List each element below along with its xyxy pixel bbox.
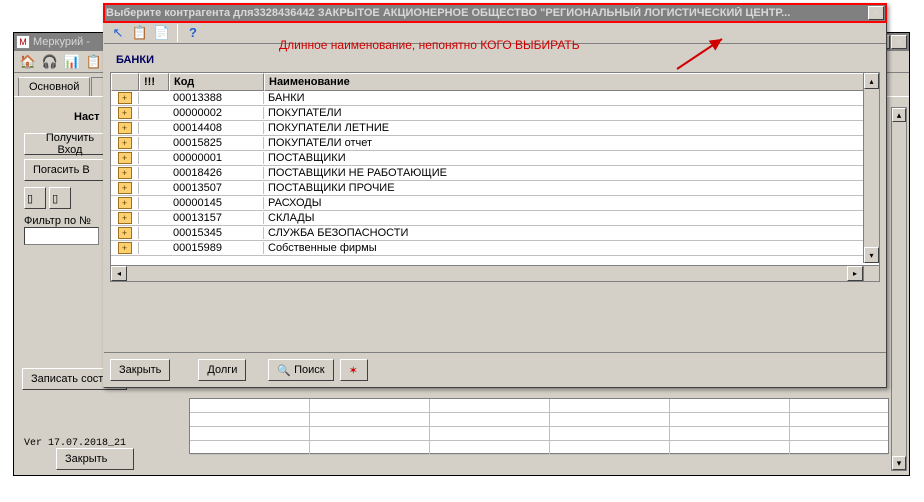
cell-code: 00000145 <box>169 197 264 209</box>
list-icon[interactable]: 📋 <box>130 23 150 43</box>
folder-plus-icon[interactable]: + <box>118 242 132 254</box>
select-contractor-dialog: Выберите контрагента для3328436442 ЗАКРЫ… <box>103 3 887 388</box>
cell-code: 00015345 <box>169 227 264 239</box>
cell-name: ПОКУПАТЕЛИ ЛЕТНИЕ <box>264 122 879 134</box>
cursor-icon[interactable]: ↖ <box>108 23 128 43</box>
table-row[interactable]: +00013388БАНКИ <box>111 91 879 106</box>
folder-plus-icon[interactable]: + <box>118 182 132 194</box>
grid-body[interactable]: +00013388БАНКИ+00000002ПОКУПАТЕЛИ+000144… <box>111 91 879 256</box>
table-row[interactable]: +00015825ПОКУПАТЕЛИ отчет <box>111 136 879 151</box>
tool-icon-4[interactable]: 📋 <box>84 52 104 72</box>
search-button[interactable]: 🔍Поиск <box>268 359 333 381</box>
col-expand[interactable] <box>111 73 139 91</box>
bg-scroll-down[interactable]: ▾ <box>892 456 906 470</box>
scroll-left-icon[interactable]: ◂ <box>111 266 127 281</box>
cell-code: 00013388 <box>169 92 264 104</box>
cell-code: 00013507 <box>169 182 264 194</box>
small-btn-1[interactable]: ▯ <box>24 187 46 209</box>
folder-plus-icon[interactable]: + <box>118 167 132 179</box>
cell-name: ПОСТАВЩИКИ <box>264 152 879 164</box>
tab-main[interactable]: Основной <box>18 77 90 96</box>
cell-name: СКЛАДЫ <box>264 212 879 224</box>
folder-plus-icon[interactable]: + <box>118 152 132 164</box>
scroll-up-icon[interactable]: ▴ <box>864 73 879 89</box>
col-code[interactable]: Код <box>169 73 264 91</box>
col-name[interactable]: Наименование <box>264 73 879 91</box>
filter-label: Фильтр по № <box>24 215 91 227</box>
cell-code: 00000002 <box>169 107 264 119</box>
filter-input[interactable] <box>24 227 99 245</box>
table-row[interactable]: +00015989Собственные фирмы <box>111 241 879 256</box>
table-row[interactable]: +00000145РАСХОДЫ <box>111 196 879 211</box>
cell-name: ПОКУПАТЕЛИ <box>264 107 879 119</box>
bottom-table <box>189 398 889 454</box>
search-icon: 🔍 <box>277 364 291 377</box>
folder-plus-icon[interactable]: + <box>118 92 132 104</box>
folder-plus-icon[interactable]: + <box>118 137 132 149</box>
app-icon: М <box>16 35 30 49</box>
close-window-button[interactable]: ✕ <box>891 35 907 49</box>
cell-name: ПОКУПАТЕЛИ отчет <box>264 137 879 149</box>
cell-code: 00013157 <box>169 212 264 224</box>
bg-scroll-up[interactable]: ▴ <box>892 108 906 122</box>
col-exc[interactable]: !!! <box>139 73 169 91</box>
table-row[interactable]: +00014408ПОКУПАТЕЛИ ЛЕТНИЕ <box>111 121 879 136</box>
folder-plus-icon[interactable]: + <box>118 107 132 119</box>
annotation-text: Длинное наименование, непонятно КОГО ВЫБ… <box>279 38 580 52</box>
modal-close-button[interactable]: Закрыть <box>110 359 170 381</box>
tool-icon-3[interactable]: 📊 <box>62 52 82 72</box>
star-icon: ✶ <box>349 364 358 377</box>
contractor-grid: !!! Код Наименование +00013388БАНКИ+0000… <box>110 72 880 282</box>
modal-title: Выберите контрагента для3328436442 ЗАКРЫ… <box>106 7 868 19</box>
debts-button[interactable]: Долги <box>198 359 246 381</box>
scroll-down-icon[interactable]: ▾ <box>864 247 879 263</box>
table-row[interactable]: +00000001ПОСТАВЩИКИ <box>111 151 879 166</box>
table-row[interactable]: +00013507ПОСТАВЩИКИ ПРОЧИЕ <box>111 181 879 196</box>
tool-icon-2[interactable]: 🎧 <box>40 52 60 72</box>
cell-code: 00015989 <box>169 242 264 254</box>
modal-button-row: Закрыть Долги 🔍Поиск ✶ <box>104 352 886 387</box>
cell-code: 00014408 <box>169 122 264 134</box>
cell-code: 00015825 <box>169 137 264 149</box>
folder-plus-icon[interactable]: + <box>118 227 132 239</box>
sheet-icon[interactable]: 📄 <box>152 23 172 43</box>
small-btn-2[interactable]: ▯ <box>49 187 71 209</box>
bg-close-button[interactable]: Закрыть <box>56 448 134 470</box>
cell-name: ПОСТАВЩИКИ НЕ РАБОТАЮЩИЕ <box>264 167 879 179</box>
cell-name: БАНКИ <box>264 92 879 104</box>
cell-code: 00000001 <box>169 152 264 164</box>
grid-hscroll[interactable]: ◂ ▸ <box>111 265 863 281</box>
search-label: Поиск <box>294 364 324 376</box>
table-row[interactable]: +00000002ПОКУПАТЕЛИ <box>111 106 879 121</box>
folder-plus-icon[interactable]: + <box>118 122 132 134</box>
cell-name: СЛУЖБА БЕЗОПАСНОСТИ <box>264 227 879 239</box>
annotation-arrow <box>672 34 732 74</box>
table-row[interactable]: +00015345СЛУЖБА БЕЗОПАСНОСТИ <box>111 226 879 241</box>
scroll-corner <box>863 265 879 281</box>
scroll-right-icon[interactable]: ▸ <box>847 266 863 281</box>
folder-plus-icon[interactable]: + <box>118 212 132 224</box>
cell-name: ПОСТАВЩИКИ ПРОЧИЕ <box>264 182 879 194</box>
cell-name: Собственные фирмы <box>264 242 879 254</box>
tool-icon-1[interactable]: 🏠 <box>18 52 38 72</box>
star-button[interactable]: ✶ <box>340 359 368 381</box>
help-icon[interactable]: ? <box>183 23 203 43</box>
folder-plus-icon[interactable]: + <box>118 197 132 209</box>
table-row[interactable]: +00018426ПОСТАВЩИКИ НЕ РАБОТАЮЩИЕ <box>111 166 879 181</box>
cell-name: РАСХОДЫ <box>264 197 879 209</box>
modal-titlebar: Выберите контрагента для3328436442 ЗАКРЫ… <box>104 4 886 22</box>
table-row[interactable]: +00013157СКЛАДЫ <box>111 211 879 226</box>
grid-vscroll[interactable]: ▴ ▾ <box>863 73 879 263</box>
modal-close-x[interactable]: ✕ <box>868 6 884 20</box>
cell-code: 00018426 <box>169 167 264 179</box>
